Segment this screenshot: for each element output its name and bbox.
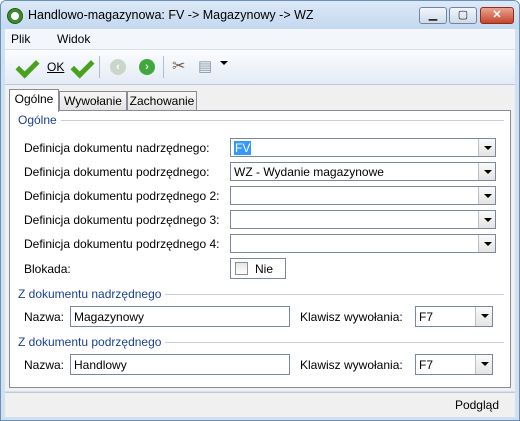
child-key-label: Klawisz wywołania: (300, 358, 403, 372)
tab-body: Ogólne Definicja dokumentu nadrzędnego: … (9, 110, 511, 388)
ok-label: OK (47, 60, 65, 74)
checkmark-plus-icon (70, 54, 95, 79)
back-button[interactable]: ‹ (107, 55, 129, 79)
printer-icon: ▤ (198, 58, 213, 75)
ok-next-button[interactable] (67, 54, 95, 79)
window-title: Handlowo-magazynowa: FV -> Magazynowy ->… (28, 8, 314, 22)
dropdown-arrow-icon[interactable] (478, 139, 495, 156)
dropdown-arrow-icon[interactable] (475, 307, 492, 326)
parent-key-value: F7 (419, 310, 434, 324)
minimize-icon: ▁ (428, 9, 438, 21)
child-doc-4-select[interactable] (230, 234, 496, 253)
toolbar-separator (163, 56, 164, 78)
tab-wywolanie[interactable]: Wywołanie (59, 91, 127, 111)
parent-name-label: Nazwa: (24, 310, 65, 324)
group-title-ogolne: Ogólne (18, 113, 61, 127)
checkmark-icon (15, 54, 40, 79)
content-panel: Ogólne Wywołanie Zachowanie Ogólne Defin… (5, 85, 515, 391)
title-bar[interactable]: Handlowo-magazynowa: FV -> Magazynowy ->… (1, 1, 519, 29)
tab-zachowanie[interactable]: Zachowanie (127, 91, 197, 111)
parent-key-label: Klawisz wywołania: (300, 310, 403, 324)
parent-doc-label: Definicja dokumentu nadrzędnego: (24, 141, 210, 155)
dropdown-arrow-icon[interactable] (475, 355, 492, 374)
child-key-value: F7 (419, 358, 434, 372)
dropdown-arrow-icon[interactable] (478, 211, 495, 228)
blokada-value: Nie (255, 262, 274, 276)
group-title-from-child: Z dokumentu podrzędnego (18, 335, 166, 349)
blokada-checkbox[interactable]: Nie (230, 258, 286, 279)
ok-button[interactable]: OK (13, 54, 65, 79)
blokada-label: Blokada: (24, 262, 71, 276)
dropdown-arrow-icon[interactable] (478, 163, 495, 180)
child-doc-4-label: Definicja dokumentu podrzędnego 4: (24, 237, 220, 251)
minimize-button[interactable]: ▁ (419, 7, 447, 24)
close-button[interactable]: ✕ (480, 7, 514, 24)
child-key-select[interactable]: F7 (415, 354, 493, 375)
child-doc-2-label: Definicja dokumentu podrzędnego 2: (24, 189, 220, 203)
app-icon (7, 8, 23, 24)
group-divider (18, 120, 504, 121)
child-name-input[interactable]: Handlowy (70, 354, 290, 375)
status-bar: Podgląd (5, 392, 515, 417)
chevron-down-icon (220, 61, 228, 65)
maximize-icon: ▢ (457, 9, 469, 21)
dropdown-arrow-icon[interactable] (478, 235, 495, 252)
child-doc-3-label: Definicja dokumentu podrzędnego 3: (24, 213, 220, 227)
child-doc-label: Definicja dokumentu podrzędnego: (24, 165, 210, 179)
child-doc-2-select[interactable] (230, 186, 496, 205)
tools-button[interactable]: ✂ (169, 55, 191, 79)
maximize-button[interactable]: ▢ (449, 7, 477, 24)
child-name-label: Nazwa: (24, 358, 65, 372)
child-doc-select[interactable]: WZ - Wydanie magazynowe (230, 162, 496, 181)
parent-name-input[interactable]: Magazynowy (70, 306, 290, 327)
child-doc-3-select[interactable] (230, 210, 496, 229)
close-icon: ✕ (492, 9, 502, 21)
parent-doc-select[interactable]: FV (230, 138, 496, 157)
parent-name-value: Magazynowy (74, 310, 145, 324)
parent-doc-value: FV (234, 141, 252, 155)
tools-icon: ✂ (172, 58, 186, 75)
forward-button[interactable]: › (136, 55, 158, 79)
arrow-right-icon: › (139, 59, 155, 75)
tab-ogolne[interactable]: Ogólne (9, 89, 59, 112)
menu-bar: Plik Widok (5, 29, 515, 50)
print-button[interactable]: ▤ (195, 55, 231, 79)
checkbox-icon[interactable] (235, 262, 248, 275)
toolbar-separator (99, 56, 100, 78)
toolbar: OK ‹ › ✂ ▤ (5, 50, 515, 85)
child-doc-value: WZ - Wydanie magazynowe (234, 165, 384, 179)
parent-key-select[interactable]: F7 (415, 306, 493, 327)
arrow-left-icon: ‹ (110, 59, 126, 75)
child-name-value: Handlowy (74, 358, 127, 372)
status-text: Podgląd (454, 398, 499, 412)
menu-plik[interactable]: Plik (11, 32, 30, 46)
menu-widok[interactable]: Widok (57, 32, 90, 46)
dialog-window: Handlowo-magazynowa: FV -> Magazynowy ->… (0, 0, 520, 421)
dropdown-arrow-icon[interactable] (478, 187, 495, 204)
group-title-from-parent: Z dokumentu nadrzędnego (18, 287, 166, 301)
